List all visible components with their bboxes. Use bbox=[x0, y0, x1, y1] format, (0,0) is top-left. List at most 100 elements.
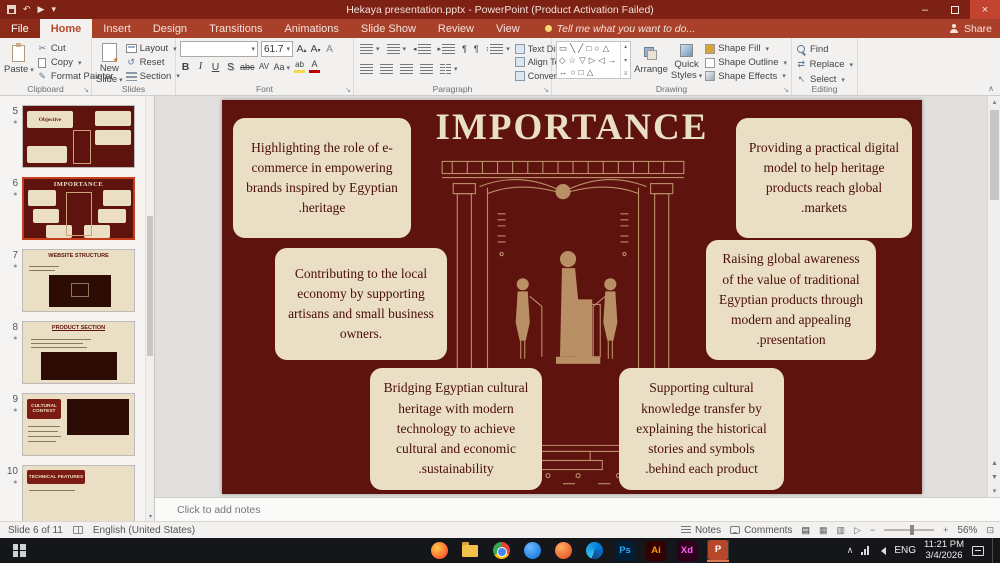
shape-icon[interactable]: △ bbox=[587, 67, 594, 78]
start-slideshow-icon[interactable]: ▶ bbox=[38, 5, 45, 14]
shape-outline-button[interactable]: Shape Outline▾ bbox=[705, 57, 787, 69]
maximize-button[interactable] bbox=[940, 0, 970, 19]
shape-icon[interactable]: ╱ bbox=[578, 43, 583, 54]
justify-button[interactable] bbox=[418, 63, 435, 75]
slide-thumbnail-6-selected[interactable]: IMPORTANCE bbox=[22, 177, 135, 240]
shape-fill-button[interactable]: Shape Fill▾ bbox=[705, 43, 787, 55]
arrange-button[interactable]: Arrange bbox=[634, 41, 668, 82]
comments-toggle-button[interactable]: Comments bbox=[730, 525, 792, 536]
shape-icon[interactable]: ○ bbox=[594, 43, 599, 54]
reset-button[interactable]: ↺Reset bbox=[126, 57, 180, 69]
layout-button[interactable]: Layout▾ bbox=[126, 43, 180, 55]
text-shadow-button[interactable]: S bbox=[225, 61, 236, 73]
decrease-font-size-button[interactable]: A▾ bbox=[310, 43, 321, 55]
minimize-button[interactable]: – bbox=[910, 0, 940, 19]
panel-scroll-down-icon[interactable]: ▾ bbox=[146, 513, 155, 520]
share-button[interactable]: Share bbox=[950, 19, 992, 38]
tab-design[interactable]: Design bbox=[142, 19, 198, 38]
gallery-more-icon[interactable]: ≡ bbox=[624, 71, 628, 77]
shape-icon[interactable]: ☆ bbox=[569, 55, 577, 66]
illustrator-icon[interactable]: Ai bbox=[645, 540, 667, 562]
hidden-icons-chevron[interactable]: ∧ bbox=[847, 545, 854, 556]
clipboard-dialog-launcher[interactable]: ↘ bbox=[83, 86, 89, 94]
reading-view-button[interactable]: ▥ bbox=[836, 525, 845, 536]
tab-file[interactable]: File bbox=[0, 19, 40, 38]
font-name-input[interactable] bbox=[183, 44, 249, 55]
collapse-ribbon-button[interactable]: ∧ bbox=[988, 84, 994, 93]
blue-circle-app-icon[interactable] bbox=[521, 540, 543, 562]
gallery-down-icon[interactable]: ▾ bbox=[624, 57, 627, 64]
xd-icon[interactable]: Xd bbox=[676, 540, 698, 562]
underline-button[interactable]: U bbox=[210, 61, 221, 73]
rtl-button[interactable]: ¶ bbox=[472, 43, 481, 55]
normal-view-button[interactable]: ▤ bbox=[801, 525, 810, 536]
font-size-combo[interactable]: ▾ bbox=[261, 41, 293, 57]
shape-effects-button[interactable]: Shape Effects▾ bbox=[705, 70, 787, 82]
file-explorer-icon[interactable] bbox=[459, 540, 481, 562]
shape-icon[interactable]: ▷ bbox=[589, 55, 596, 66]
undo-icon[interactable]: ↶ bbox=[23, 5, 31, 14]
shape-icon[interactable]: ▽ bbox=[579, 55, 586, 66]
zoom-in-button[interactable]: + bbox=[943, 525, 948, 535]
clear-formatting-button[interactable]: A bbox=[324, 43, 335, 55]
shape-icon[interactable]: ○ bbox=[571, 67, 576, 78]
panel-scrollbar-thumb[interactable] bbox=[147, 216, 153, 356]
slide-thumbnail-5[interactable]: Objective bbox=[22, 105, 135, 168]
slide-thumbnail-10[interactable]: TECHNICAL FEATURES bbox=[22, 465, 135, 521]
gallery-up-icon[interactable]: ▴ bbox=[624, 43, 627, 50]
firefox-icon[interactable] bbox=[428, 540, 450, 562]
scroll-up-icon[interactable]: ▴ bbox=[988, 98, 1000, 106]
shape-icon[interactable]: □ bbox=[579, 67, 584, 78]
slide-text-box[interactable]: Raising global awareness of the value of… bbox=[706, 240, 876, 360]
network-icon[interactable] bbox=[861, 546, 869, 555]
character-spacing-button[interactable]: AV bbox=[259, 62, 270, 71]
shape-icon[interactable]: ↔ bbox=[559, 67, 568, 78]
shape-icon[interactable]: → bbox=[608, 55, 617, 66]
action-center-icon[interactable] bbox=[972, 546, 984, 556]
fit-to-window-button[interactable]: ⊡ bbox=[986, 525, 994, 536]
powerpoint-icon[interactable]: P bbox=[707, 540, 729, 562]
shape-icon[interactable]: ▭ bbox=[559, 43, 567, 54]
tab-animations[interactable]: Animations bbox=[273, 19, 349, 38]
align-right-button[interactable] bbox=[398, 63, 415, 75]
italic-button[interactable]: I bbox=[195, 61, 206, 72]
slide-sorter-view-button[interactable]: ▦ bbox=[819, 525, 828, 536]
shape-icon[interactable]: ◁ bbox=[598, 55, 605, 66]
notes-toggle-button[interactable]: Notes bbox=[681, 525, 721, 536]
slide-thumbnail-9[interactable]: CULTURAL CONTEXT bbox=[22, 393, 135, 456]
orange-circle-app-icon[interactable] bbox=[552, 540, 574, 562]
quick-styles-button[interactable]: Quick Styles▾ bbox=[671, 41, 702, 82]
columns-button[interactable]: ▾ bbox=[438, 63, 460, 75]
zoom-out-button[interactable]: − bbox=[870, 525, 875, 535]
editor-scrollbar[interactable]: ▴ ▲ ▼ ▾ bbox=[987, 96, 1000, 497]
show-desktop-button[interactable] bbox=[992, 538, 996, 563]
previous-slide-icon[interactable]: ▲ bbox=[988, 460, 1000, 467]
tab-view[interactable]: View bbox=[485, 19, 531, 38]
slide-text-box[interactable]: Providing a practical digital model to h… bbox=[736, 118, 912, 238]
strikethrough-button[interactable]: abc bbox=[240, 62, 255, 72]
shape-icon[interactable]: ╲ bbox=[570, 43, 575, 54]
find-button[interactable]: Find bbox=[796, 43, 853, 56]
zoom-slider[interactable] bbox=[884, 529, 934, 531]
notes-pane[interactable]: Click to add notes bbox=[155, 497, 1000, 521]
font-dialog-launcher[interactable]: ↘ bbox=[345, 86, 351, 94]
new-slide-button[interactable]: New Slide▾ bbox=[96, 41, 123, 82]
photoshop-icon[interactable]: Ps bbox=[614, 540, 636, 562]
scroll-down-icon[interactable]: ▾ bbox=[988, 487, 1000, 495]
save-icon[interactable] bbox=[7, 5, 16, 14]
shape-icon[interactable]: □ bbox=[586, 43, 591, 54]
slide-text-box[interactable]: Supporting cultural knowledge transfer b… bbox=[619, 368, 784, 490]
editor-scrollbar-thumb[interactable] bbox=[990, 110, 999, 200]
slide-text-box[interactable]: Bridging Egyptian cultural heritage with… bbox=[370, 368, 542, 490]
bold-button[interactable]: B bbox=[180, 61, 191, 73]
bullets-button[interactable]: ▾ bbox=[358, 43, 382, 55]
next-slide-icon[interactable]: ▼ bbox=[988, 474, 1000, 481]
numbering-button[interactable]: ▾ bbox=[385, 43, 409, 55]
start-button[interactable] bbox=[0, 538, 38, 563]
slideshow-view-button[interactable]: ▷ bbox=[854, 525, 861, 536]
font-color-button[interactable]: A bbox=[309, 60, 320, 73]
tab-review[interactable]: Review bbox=[427, 19, 485, 38]
zoom-level[interactable]: 56% bbox=[957, 525, 977, 536]
increase-font-size-button[interactable]: A▴ bbox=[296, 43, 307, 55]
chrome-icon[interactable] bbox=[490, 540, 512, 562]
